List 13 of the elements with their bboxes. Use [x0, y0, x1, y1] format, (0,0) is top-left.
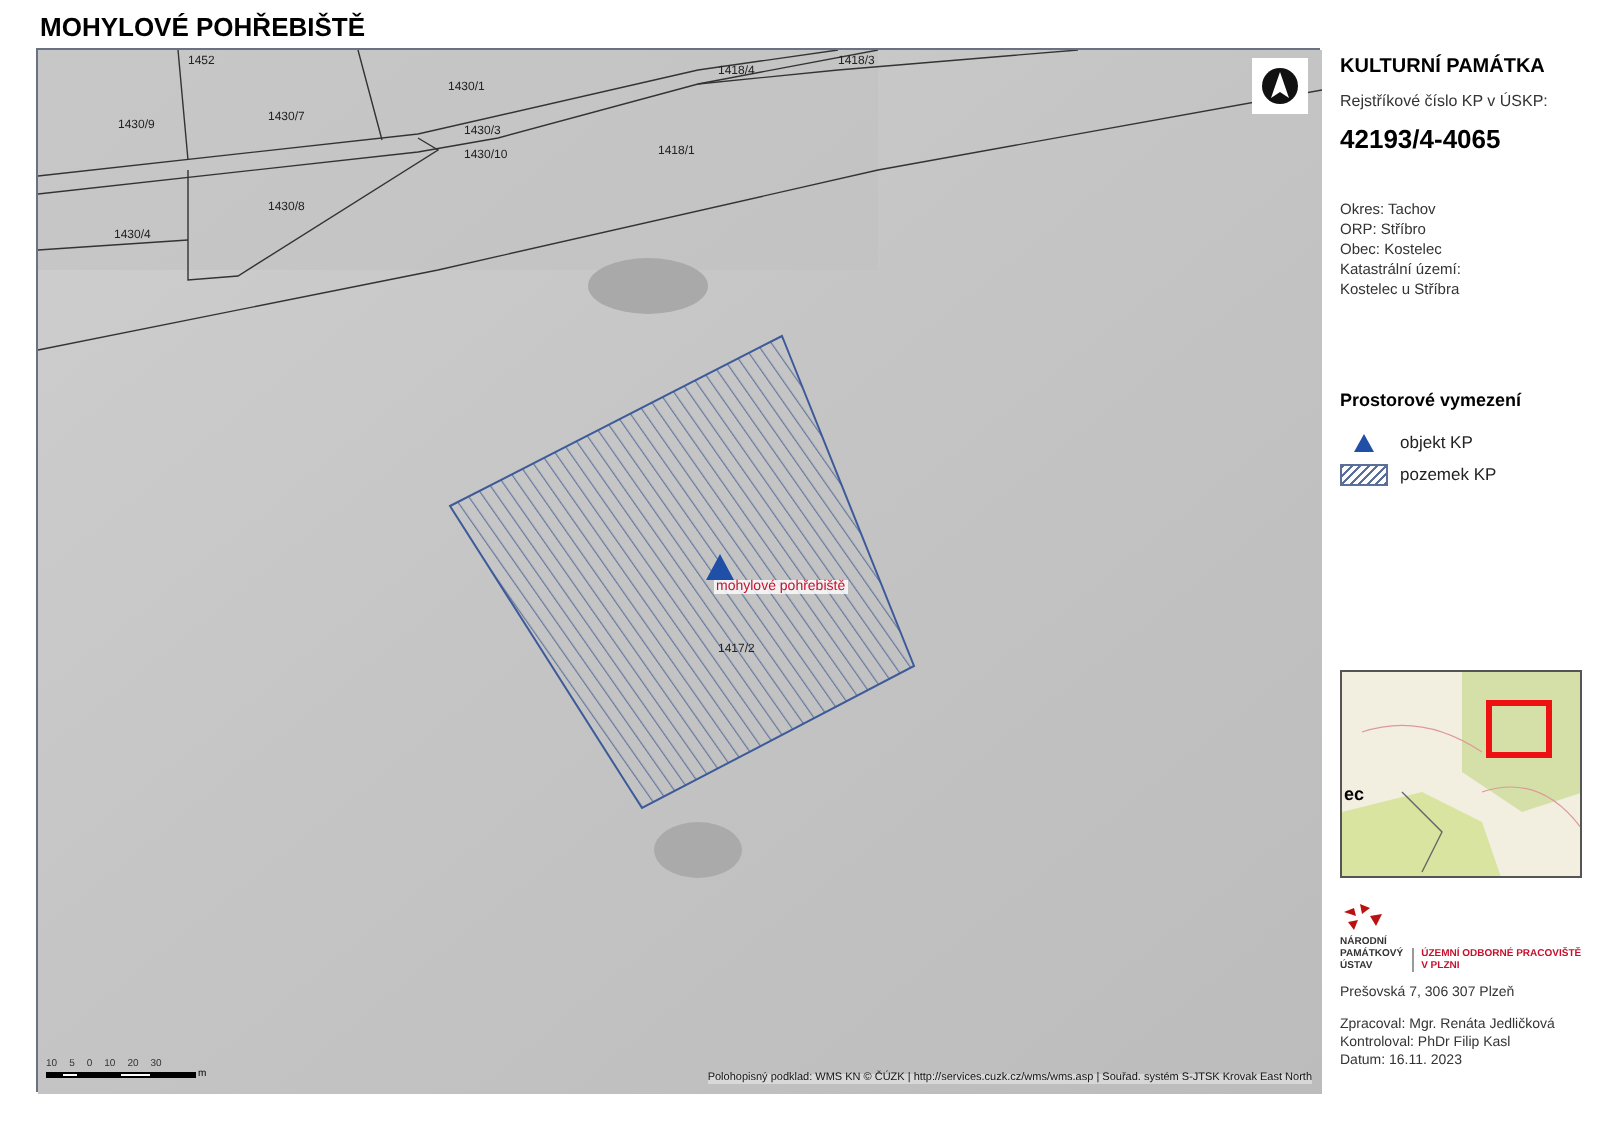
locator-frame — [1486, 699, 1552, 757]
triangle-icon — [706, 554, 734, 580]
legend-title: Prostorové vymezení — [1340, 387, 1524, 414]
hatch-swatch — [1340, 463, 1388, 486]
locator-place-label: ec — [1344, 785, 1365, 803]
legend-label: pozemek KP — [1400, 461, 1497, 487]
logo-icon — [1340, 903, 1384, 931]
register-label: Rejstříkové číslo KP v ÚSKP: — [1340, 90, 1550, 114]
panel-heading: KULTURNÍ PAMÁTKA — [1340, 52, 1547, 82]
map-title: MOHYLOVÉ POHŘEBIŠTĚ — [40, 14, 366, 46]
triangle-icon — [1354, 433, 1374, 452]
legend-label: objekt KP — [1400, 430, 1473, 456]
register-number: 42193/4-4065 — [1340, 122, 1503, 158]
